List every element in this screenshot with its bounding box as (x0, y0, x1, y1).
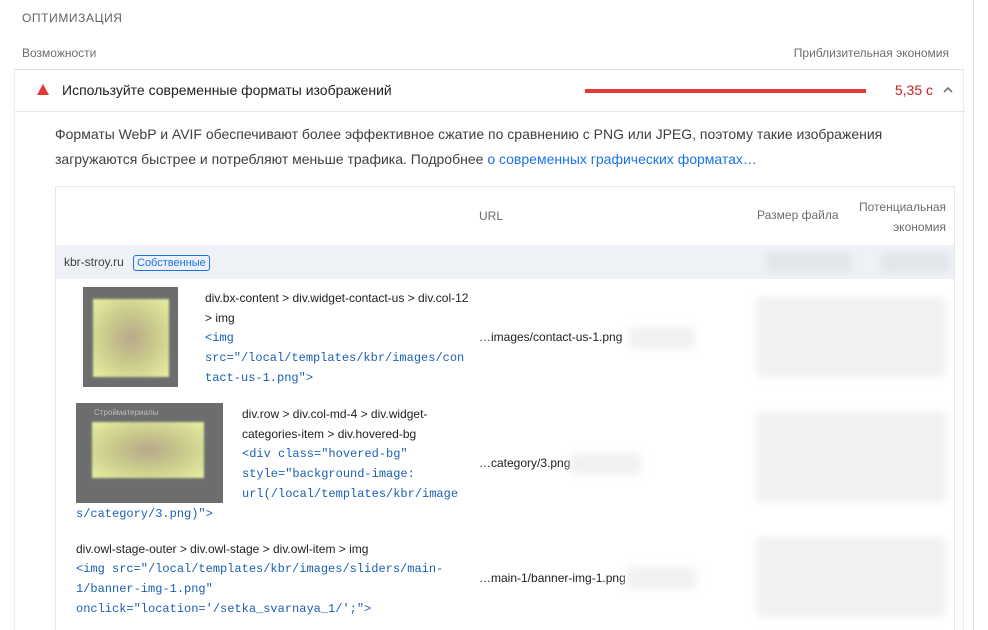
header-potential-savings-text: Потенциальная экономия (859, 200, 946, 234)
image-thumbnail: Стройматериалы (76, 403, 223, 503)
node-snippet-tail: s/category/3.png)"> (76, 507, 213, 521)
node-path: div.owl-stage-outer > div.owl-stage > di… (76, 542, 369, 556)
resource-url[interactable]: …images/contact-us-1.png (479, 330, 622, 344)
section-title: ОПТИМИЗАЦИЯ (22, 11, 123, 25)
estimated-savings-column-label: Приблизительная экономия (793, 46, 949, 60)
blurred-values (756, 537, 946, 617)
header-file-size: Размер файла (757, 208, 839, 222)
thumbnail-image (93, 299, 169, 377)
blurred-values (756, 297, 946, 377)
chevron-up-icon[interactable] (941, 83, 955, 97)
group-row: kbr-stroy.ru Собственные (56, 245, 954, 279)
blurred-url-host (629, 327, 695, 349)
blurred-url-host (571, 453, 641, 475)
audit-header[interactable]: Используйте современные форматы изображе… (15, 70, 965, 112)
blurred-size-value (766, 253, 851, 273)
fail-triangle-icon (37, 84, 49, 95)
image-thumbnail (83, 287, 178, 387)
thumbnail-image (92, 422, 204, 478)
learn-more-link[interactable]: о современных графических форматах… (487, 151, 757, 167)
node-path: div.bx-content > div.widget-contact-us >… (205, 291, 469, 325)
thumbnail-caption: Стройматериалы (94, 408, 159, 417)
audit-description: Форматы WebP и AVIF обеспечивают более э… (55, 122, 935, 172)
savings-bar (585, 89, 866, 93)
blurred-savings-value (881, 253, 949, 273)
blurred-url-host (626, 567, 696, 589)
savings-value: 5,35 с (894, 82, 933, 98)
blurred-values (756, 412, 946, 502)
node-snippet: <img src="/local/templates/kbr/images/co… (205, 331, 465, 385)
resource-url[interactable]: …main-1/banner-img-1.png (479, 571, 626, 585)
header-potential-savings: Потенциальная экономия (856, 197, 946, 237)
optimization-section: ОПТИМИЗАЦИЯ Возможности Приблизительная … (0, 0, 974, 630)
audit-modern-image-formats: Используйте современные форматы изображе… (14, 69, 965, 630)
first-party-badge: Собственные (133, 255, 210, 271)
details-table: URL Размер файла Потенциальная экономия … (55, 186, 955, 630)
node-snippet: <img src="/local/templates/kbr/images/sl… (76, 562, 444, 616)
node-path: div.row > div.col-md-4 > div.widget-cate… (242, 407, 428, 441)
resource-url[interactable]: …category/3.png (479, 456, 570, 470)
group-name: kbr-stroy.ru (64, 255, 124, 269)
opportunities-column-label: Возможности (22, 46, 97, 60)
description-text: Форматы WebP и AVIF обеспечивают более э… (55, 126, 883, 167)
node-snippet: <div class="hovered-bg" style="backgroun… (242, 447, 459, 501)
header-url: URL (479, 209, 504, 223)
audit-title[interactable]: Используйте современные форматы изображе… (62, 82, 392, 98)
